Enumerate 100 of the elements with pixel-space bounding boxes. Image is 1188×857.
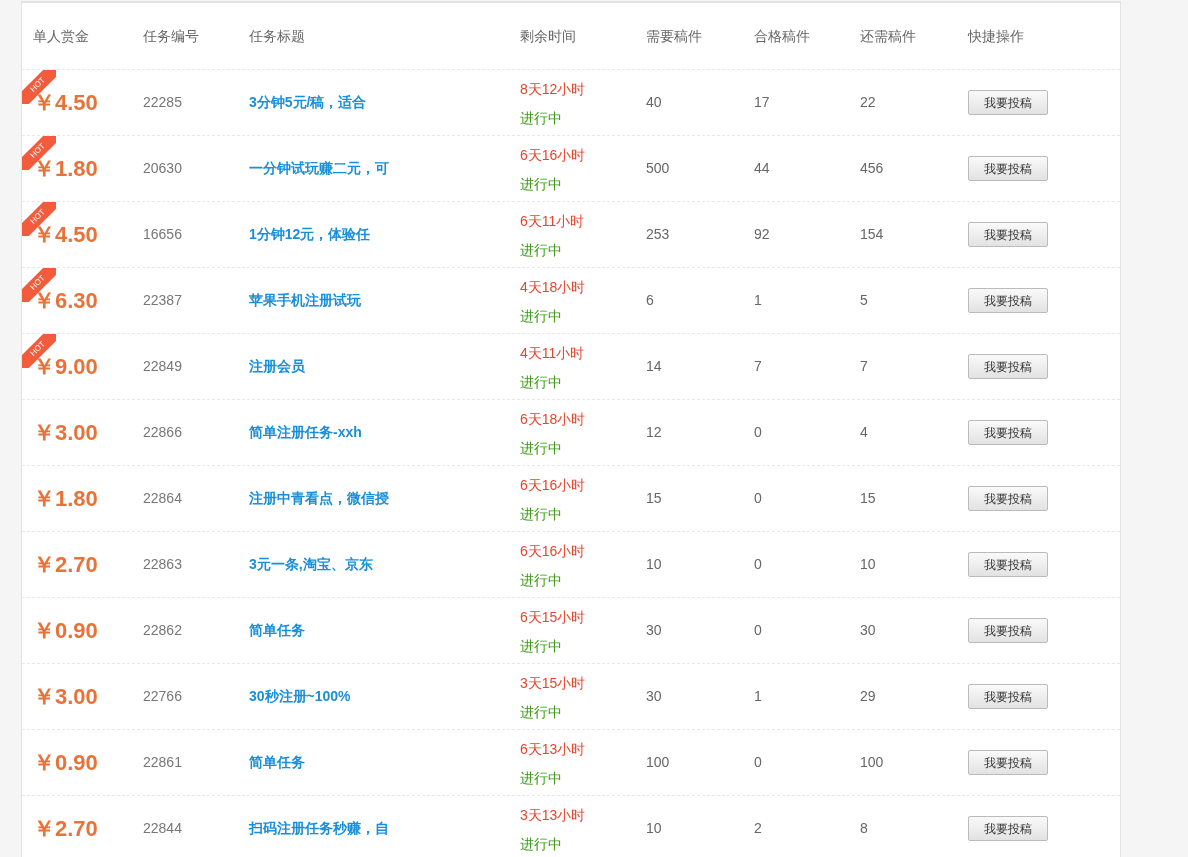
task-status: 进行中 <box>520 570 563 590</box>
time-remaining: 6天15小时 <box>520 607 587 627</box>
task-status: 进行中 <box>520 834 563 854</box>
task-title-link[interactable]: 苹果手机注册试玩 <box>249 292 361 308</box>
task-title-link[interactable]: 简单注册任务-xxh <box>249 424 362 440</box>
qualified-count: 1 <box>754 292 762 308</box>
task-status: 进行中 <box>520 240 563 260</box>
still-needed-count: 15 <box>860 490 876 506</box>
task-status: 进行中 <box>520 636 563 656</box>
column-header: 需要稿件 <box>646 27 702 44</box>
still-needed-count: 5 <box>860 292 868 308</box>
submit-button[interactable]: 我要投稿 <box>968 552 1048 577</box>
task-status: 进行中 <box>520 174 563 194</box>
column-header: 任务标题 <box>249 27 305 44</box>
task-title-link[interactable]: 3分钟5元/稿，适合 <box>249 94 367 110</box>
submit-button[interactable]: 我要投稿 <box>968 486 1048 511</box>
needed-count: 40 <box>646 94 662 110</box>
task-title-link[interactable]: 简单任务 <box>249 622 305 638</box>
needed-count: 14 <box>646 358 662 374</box>
task-status: 进行中 <box>520 372 563 392</box>
task-title-link[interactable]: 一分钟试玩赚二元，可 <box>249 160 389 176</box>
task-title-link[interactable]: 注册中青看点，微信授 <box>249 490 389 506</box>
time-remaining: 6天16小时 <box>520 475 587 495</box>
reward-amount: ￥3.00 <box>33 420 98 445</box>
needed-count: 100 <box>646 754 670 770</box>
still-needed-count: 10 <box>860 556 876 572</box>
submit-button[interactable]: 我要投稿 <box>968 816 1048 841</box>
task-id: 20630 <box>143 160 182 176</box>
still-needed-count: 100 <box>860 754 884 770</box>
task-id: 16656 <box>143 226 182 242</box>
submit-button[interactable]: 我要投稿 <box>968 420 1048 445</box>
qualified-count: 44 <box>754 160 770 176</box>
needed-count: 253 <box>646 226 670 242</box>
submit-button[interactable]: 我要投稿 <box>968 288 1048 313</box>
qualified-count: 0 <box>754 424 762 440</box>
task-id: 22864 <box>143 490 182 506</box>
task-title-link[interactable]: 注册会员 <box>249 358 305 374</box>
task-status: 进行中 <box>520 702 563 722</box>
reward-amount: ￥1.80 <box>33 486 98 511</box>
needed-count: 500 <box>646 160 670 176</box>
task-id: 22863 <box>143 556 182 572</box>
submit-button[interactable]: 我要投稿 <box>968 750 1048 775</box>
task-title-link[interactable]: 扫码注册任务秒赚，自 <box>249 820 389 836</box>
column-header: 快捷操作 <box>968 27 1024 44</box>
submit-button[interactable]: 我要投稿 <box>968 90 1048 115</box>
column-header: 单人赏金 <box>33 27 89 44</box>
qualified-count: 1 <box>754 688 762 704</box>
qualified-count: 17 <box>754 94 770 110</box>
submit-button[interactable]: 我要投稿 <box>968 354 1048 379</box>
still-needed-count: 30 <box>860 622 876 638</box>
reward-amount: ￥2.70 <box>33 816 98 841</box>
task-id: 22861 <box>143 754 182 770</box>
reward-amount: ￥3.00 <box>33 684 98 709</box>
time-remaining: 3天15小时 <box>520 673 587 693</box>
task-title-link[interactable]: 1分钟12元，体验任 <box>249 226 371 242</box>
task-id: 22844 <box>143 820 182 836</box>
time-remaining: 6天13小时 <box>520 739 587 759</box>
time-remaining: 8天12小时 <box>520 79 587 99</box>
needed-count: 30 <box>646 622 662 638</box>
task-status: 进行中 <box>520 768 563 788</box>
task-id: 22862 <box>143 622 182 638</box>
time-remaining: 6天18小时 <box>520 409 587 429</box>
task-status: 进行中 <box>520 108 563 128</box>
task-id: 22387 <box>143 292 182 308</box>
needed-count: 10 <box>646 556 662 572</box>
qualified-count: 0 <box>754 754 762 770</box>
still-needed-count: 456 <box>860 160 884 176</box>
qualified-count: 92 <box>754 226 770 242</box>
time-remaining: 3天13小时 <box>520 805 587 825</box>
task-id: 22849 <box>143 358 182 374</box>
task-id: 22285 <box>143 94 182 110</box>
time-remaining: 6天11小时 <box>520 211 586 231</box>
task-title-link[interactable]: 简单任务 <box>249 754 305 770</box>
task-id: 22866 <box>143 424 182 440</box>
submit-button[interactable]: 我要投稿 <box>968 618 1048 643</box>
task-title-link[interactable]: 30秒注册~100% <box>249 688 351 704</box>
submit-button[interactable]: 我要投稿 <box>968 156 1048 181</box>
qualified-count: 0 <box>754 622 762 638</box>
time-remaining: 6天16小时 <box>520 145 587 165</box>
reward-amount: ￥0.90 <box>33 618 98 643</box>
needed-count: 10 <box>646 820 662 836</box>
still-needed-count: 8 <box>860 820 868 836</box>
still-needed-count: 29 <box>860 688 876 704</box>
column-header: 合格稿件 <box>754 27 810 44</box>
column-header: 还需稿件 <box>860 27 916 44</box>
time-remaining: 4天18小时 <box>520 277 587 297</box>
still-needed-count: 22 <box>860 94 876 110</box>
submit-button[interactable]: 我要投稿 <box>968 684 1048 709</box>
qualified-count: 7 <box>754 358 762 374</box>
qualified-count: 0 <box>754 490 762 506</box>
submit-button[interactable]: 我要投稿 <box>968 222 1048 247</box>
still-needed-count: 4 <box>860 424 868 440</box>
task-title-link[interactable]: 3元一条,淘宝、京东 <box>249 556 373 572</box>
reward-amount: ￥0.90 <box>33 750 98 775</box>
needed-count: 6 <box>646 292 654 308</box>
task-id: 22766 <box>143 688 182 704</box>
needed-count: 12 <box>646 424 662 440</box>
task-status: 进行中 <box>520 504 563 524</box>
time-remaining: 6天16小时 <box>520 541 587 561</box>
reward-amount: ￥2.70 <box>33 552 98 577</box>
